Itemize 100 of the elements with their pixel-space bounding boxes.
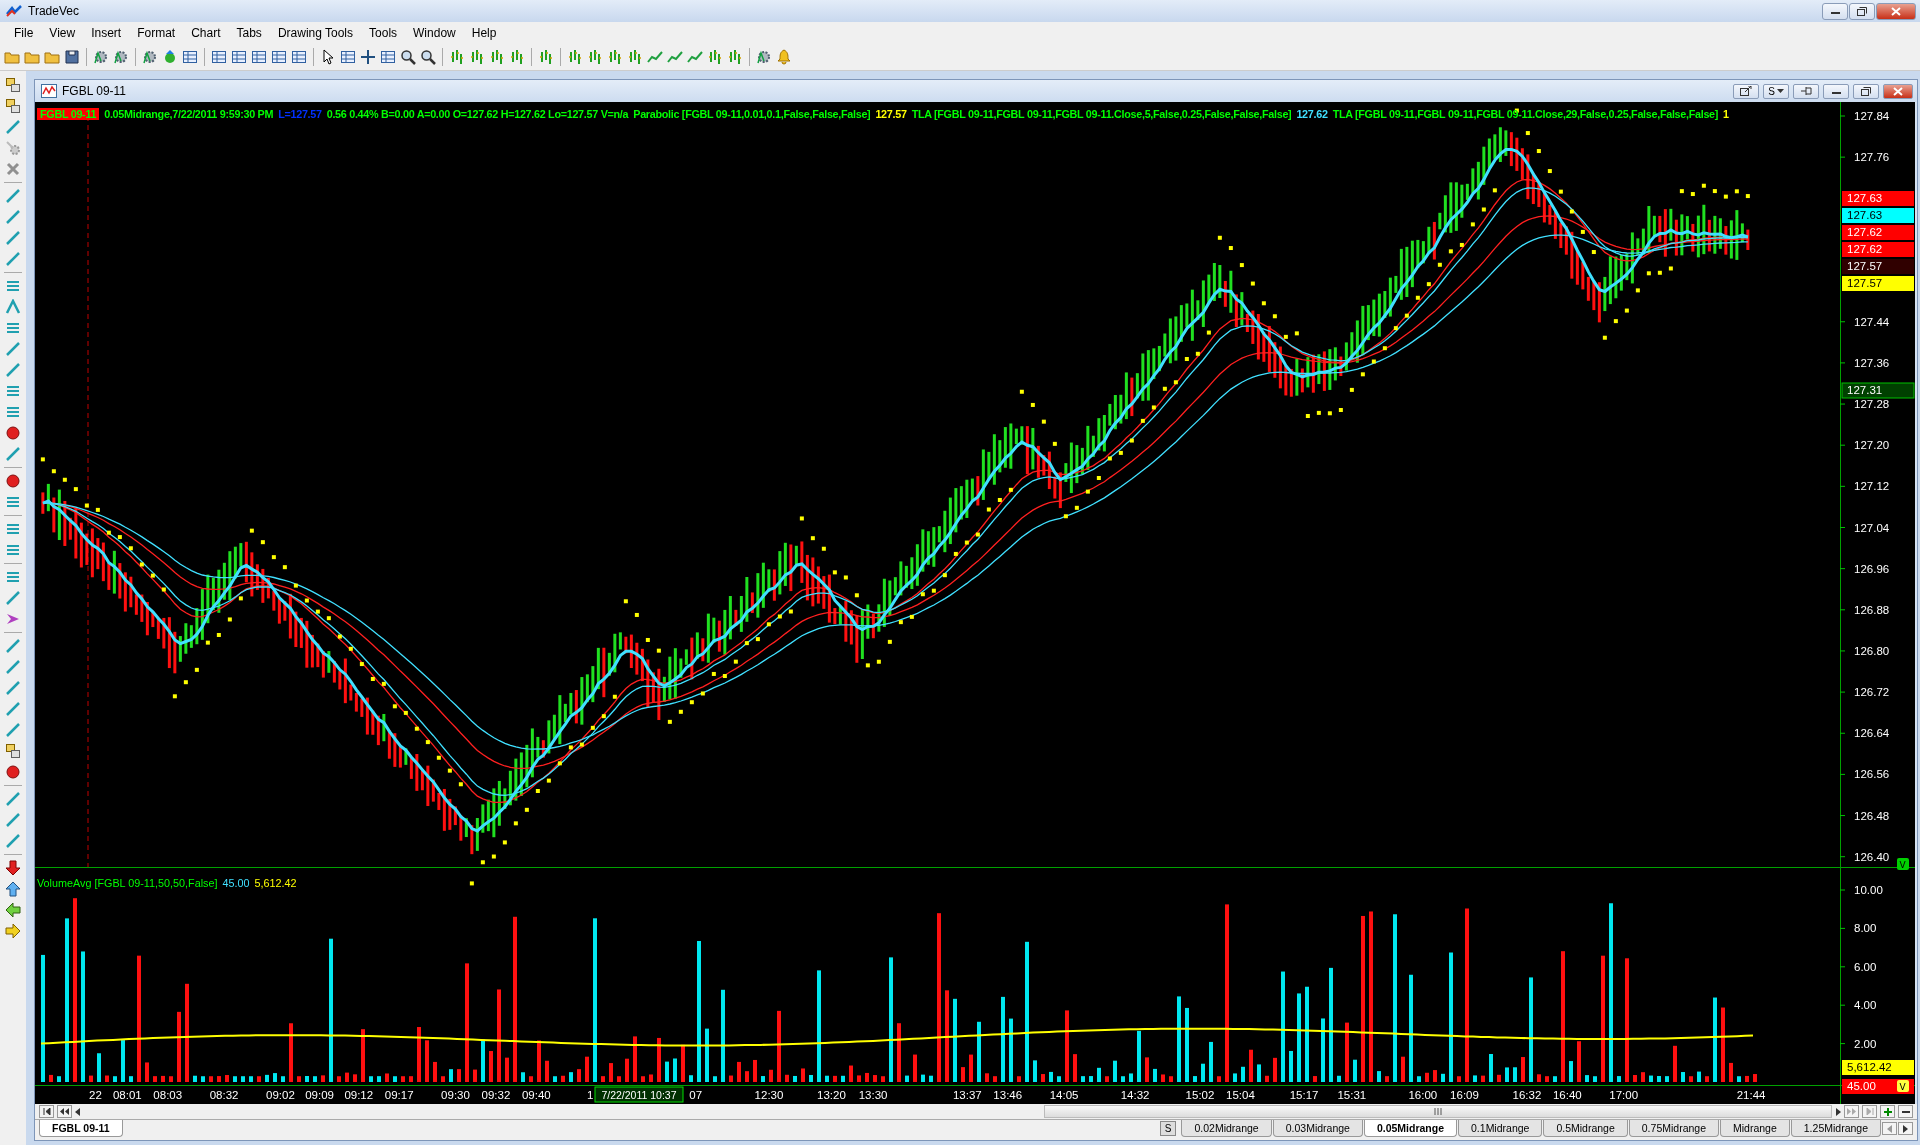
line-icon[interactable]	[5, 680, 21, 696]
parallel-lines-icon[interactable]	[5, 494, 21, 510]
line-icon[interactable]	[5, 446, 21, 462]
up-arrow-icon[interactable]	[5, 881, 21, 897]
menu-item[interactable]: Help	[463, 26, 505, 40]
grid-icon[interactable]	[251, 49, 267, 65]
line-icon[interactable]	[5, 791, 21, 807]
parallel-lines-icon[interactable]	[5, 404, 21, 420]
interval-tab[interactable]: Midrange	[1720, 1120, 1790, 1137]
bar-chart-icon[interactable]	[727, 49, 743, 65]
rectangle-icon[interactable]	[5, 98, 21, 114]
rectangle-icon[interactable]	[5, 743, 21, 759]
zoom-in-button[interactable]	[1880, 1105, 1895, 1118]
detach-button[interactable]	[1733, 83, 1759, 99]
gear-icon[interactable]	[142, 49, 158, 65]
bar-chart-icon[interactable]	[509, 49, 525, 65]
sync-menu-button[interactable]: S	[1763, 83, 1789, 99]
grid-icon[interactable]	[340, 49, 356, 65]
line-icon[interactable]	[5, 230, 21, 246]
cross-icon[interactable]	[360, 49, 376, 65]
menu-item[interactable]: Window	[405, 26, 464, 40]
close-button[interactable]	[1876, 2, 1916, 20]
sheet-tab[interactable]: FGBL 09-11	[39, 1120, 123, 1137]
menu-item[interactable]: Tabs	[228, 26, 270, 40]
line-icon[interactable]	[5, 638, 21, 654]
rectangle-icon[interactable]	[5, 77, 21, 93]
parallel-lines-icon[interactable]	[5, 569, 21, 585]
line-icon[interactable]	[5, 119, 21, 135]
grid-icon[interactable]	[380, 49, 396, 65]
right-arrow-icon[interactable]	[5, 923, 21, 939]
tab-scroll-right-button[interactable]	[1898, 1122, 1913, 1135]
magnifier-icon[interactable]	[420, 49, 436, 65]
ball-icon[interactable]	[162, 49, 178, 65]
last-page-button[interactable]	[1862, 1105, 1877, 1118]
interval-tab[interactable]: 0.02Midrange	[1181, 1120, 1272, 1137]
down-arrow-icon[interactable]	[5, 860, 21, 876]
circle-icon[interactable]	[5, 473, 21, 489]
interval-tab[interactable]: 0.1Midrange	[1458, 1120, 1543, 1137]
cursor-icon[interactable]	[320, 49, 336, 65]
line-icon[interactable]	[647, 49, 663, 65]
menu-item[interactable]: Format	[129, 26, 184, 40]
line-icon[interactable]	[5, 701, 21, 717]
menu-item[interactable]: Drawing Tools	[269, 26, 362, 40]
bar-chart-icon[interactable]	[587, 49, 603, 65]
arrow-icon[interactable]	[5, 611, 21, 627]
grid-icon[interactable]	[291, 49, 307, 65]
close-button[interactable]	[1883, 83, 1913, 99]
scroll-left-icon[interactable]	[75, 1107, 81, 1116]
bar-chart-icon[interactable]	[627, 49, 643, 65]
line-icon[interactable]	[5, 209, 21, 225]
zoom-out-button[interactable]	[1898, 1105, 1913, 1118]
gear-icon[interactable]	[93, 49, 109, 65]
scroll-right-icon[interactable]	[1835, 1107, 1841, 1116]
line-icon[interactable]	[5, 362, 21, 378]
gear-icon[interactable]	[5, 140, 21, 156]
line-icon[interactable]	[5, 590, 21, 606]
line-icon[interactable]	[5, 833, 21, 849]
interval-tab[interactable]: 1.25Midrange	[1790, 1120, 1881, 1137]
rewind-button[interactable]	[57, 1105, 72, 1118]
line-icon[interactable]	[5, 812, 21, 828]
folder-icon[interactable]	[4, 49, 20, 65]
restore-button[interactable]	[1849, 2, 1875, 20]
menu-item[interactable]: File	[6, 26, 42, 40]
interval-tab[interactable]: 0.5Midrange	[1543, 1120, 1628, 1137]
horizontal-scrollbar[interactable]	[1044, 1105, 1832, 1118]
bar-chart-icon[interactable]	[607, 49, 623, 65]
bar-chart-icon[interactable]	[538, 49, 554, 65]
bar-chart-icon[interactable]	[567, 49, 583, 65]
menu-item[interactable]: View	[41, 26, 84, 40]
folder-icon[interactable]	[24, 49, 40, 65]
magnifier-icon[interactable]	[400, 49, 416, 65]
grid-icon[interactable]	[182, 49, 198, 65]
gear-icon[interactable]	[113, 49, 129, 65]
interval-tab[interactable]: 0.75Midrange	[1628, 1120, 1719, 1137]
interval-settings-button[interactable]: S	[1159, 1121, 1177, 1136]
grid-icon[interactable]	[271, 49, 287, 65]
line-icon[interactable]	[687, 49, 703, 65]
parallel-lines-icon[interactable]	[5, 521, 21, 537]
menu-item[interactable]: Tools	[361, 26, 406, 40]
menu-item[interactable]: Insert	[83, 26, 130, 40]
grid-icon[interactable]	[231, 49, 247, 65]
interval-tab[interactable]: 0.03Midrange	[1272, 1120, 1363, 1137]
line-icon[interactable]	[667, 49, 683, 65]
line-icon[interactable]	[5, 722, 21, 738]
minimize-button[interactable]	[1822, 2, 1848, 20]
left-arrow-icon[interactable]	[5, 902, 21, 918]
circle-icon[interactable]	[5, 764, 21, 780]
line-icon[interactable]	[5, 659, 21, 675]
first-page-button[interactable]	[39, 1105, 54, 1118]
bar-chart-icon[interactable]	[489, 49, 505, 65]
menu-item[interactable]: Chart	[183, 26, 229, 40]
parallel-lines-icon[interactable]	[5, 320, 21, 336]
bar-chart-icon[interactable]	[449, 49, 465, 65]
bar-chart-icon[interactable]	[469, 49, 485, 65]
line-icon[interactable]	[5, 341, 21, 357]
line-icon[interactable]	[5, 188, 21, 204]
gear-icon[interactable]	[756, 49, 772, 65]
parallel-lines-icon[interactable]	[5, 383, 21, 399]
interval-tab[interactable]: 0.05Midrange	[1363, 1120, 1458, 1137]
circle-icon[interactable]	[5, 425, 21, 441]
